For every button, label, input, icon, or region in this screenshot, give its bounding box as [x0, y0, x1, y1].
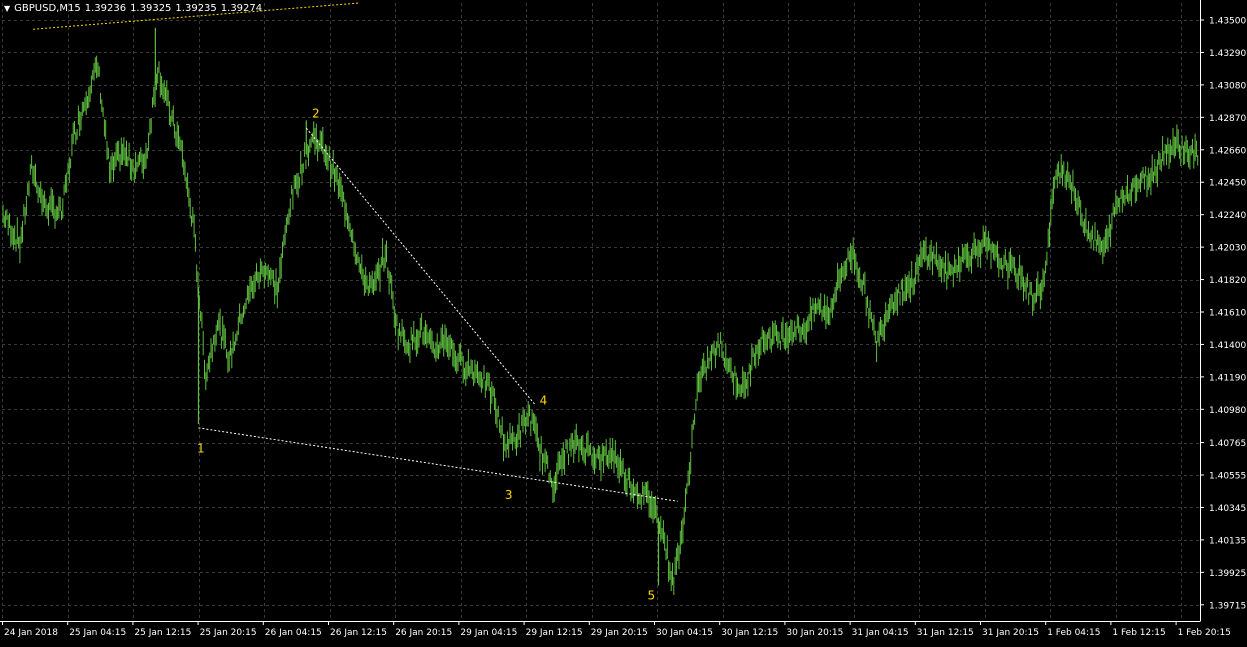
- wave-label-1: 1: [197, 442, 205, 456]
- time-tick-label: 26 Jan 04:15: [265, 628, 322, 638]
- grid: [2, 3, 1200, 621]
- open-price: 1.39236: [84, 3, 127, 14]
- price-tick-label: 1.41820: [1209, 276, 1246, 286]
- low-price: 1.39235: [175, 3, 217, 14]
- price-tick-label: 1.40765: [1209, 439, 1246, 449]
- time-tick-label: 26 Jan 12:15: [330, 628, 387, 638]
- price-tick-label: 1.39925: [1209, 569, 1246, 579]
- price-tick-label: 1.42450: [1209, 179, 1246, 189]
- wave-label-4: 4: [540, 394, 548, 408]
- time-tick-label: 29 Jan 20:15: [591, 628, 648, 638]
- price-tick-label: 1.41400: [1209, 341, 1246, 351]
- time-tick-label: 25 Jan 04:15: [69, 628, 126, 638]
- symbol-label: GBPUSD,M15: [14, 3, 81, 14]
- symbol-header: ▼ GBPUSD,M15 1.39236 1.39325 1.39235 1.39274: [4, 3, 266, 15]
- trendline: [305, 127, 536, 406]
- price-tick-label: 1.43500: [1209, 16, 1246, 26]
- wave-label-3: 3: [505, 488, 513, 502]
- price-tick-label: 1.39715: [1209, 601, 1246, 611]
- price-tick-label: 1.43080: [1209, 81, 1246, 91]
- price-chart[interactable]: ▼ GBPUSD,M15 1.39236 1.39325 1.39235 1.39274 …: [0, 0, 1247, 643]
- price-tick-label: 1.40345: [1209, 504, 1246, 514]
- time-tick-label: 30 Jan 20:15: [786, 628, 843, 638]
- time-tick-label: 30 Jan 12:15: [721, 628, 778, 638]
- price-tick-label: 1.40980: [1209, 406, 1246, 416]
- price-tick-label: 1.42030: [1209, 244, 1246, 254]
- wave-label-2: 2: [312, 106, 320, 120]
- time-tick-label: 31 Jan 04:15: [852, 628, 909, 638]
- time-tick-label: 31 Jan 12:15: [917, 628, 974, 638]
- chart-canvas[interactable]: 1 2 3 4 5 1.43500 1.43290 1.43080 1.42870 1.42660…: [0, 0, 1247, 643]
- time-tick-label: 29 Jan 04:15: [460, 628, 517, 638]
- close-price: 1.39274: [220, 3, 263, 14]
- time-tick-label: 30 Jan 04:15: [656, 628, 713, 638]
- price-tick-label: 1.40555: [1209, 471, 1246, 481]
- price-tick-label: 1.41190: [1209, 373, 1246, 383]
- wave-label-5: 5: [647, 588, 655, 602]
- price-tick-label: 1.42240: [1209, 211, 1246, 221]
- price-tick-label: 1.41610: [1209, 309, 1246, 319]
- time-tick-label: 26 Jan 20:15: [395, 628, 452, 638]
- time-tick-label: 31 Jan 20:15: [982, 628, 1039, 638]
- price-tick-label: 1.42870: [1209, 114, 1246, 124]
- time-tick-label: 1 Feb 20:15: [1178, 628, 1231, 638]
- chevron-down-icon[interactable]: ▼: [4, 4, 10, 13]
- price-axis: 1.43500 1.43290 1.43080 1.42870 1.42660 1.424…: [1200, 16, 1246, 611]
- time-tick-label: 24 Jan 2018: [4, 628, 58, 638]
- price-tick-label: 1.42660: [1209, 146, 1246, 156]
- time-tick-label: 25 Jan 20:15: [200, 628, 257, 638]
- time-tick-label: 29 Jan 12:15: [526, 628, 583, 638]
- price-tick-label: 1.43290: [1209, 49, 1246, 59]
- high-price: 1.39325: [130, 3, 172, 14]
- price-tick-label: 1.40135: [1209, 536, 1246, 546]
- price-bars: [2, 27, 1199, 595]
- time-axis: 24 Jan 2018 25 Jan 04:15 25 Jan 12:15 25 Ja…: [2, 621, 1231, 638]
- time-tick-label: 25 Jan 12:15: [134, 628, 191, 638]
- time-tick-label: 1 Feb 04:15: [1047, 628, 1100, 638]
- time-tick-label: 1 Feb 12:15: [1112, 628, 1165, 638]
